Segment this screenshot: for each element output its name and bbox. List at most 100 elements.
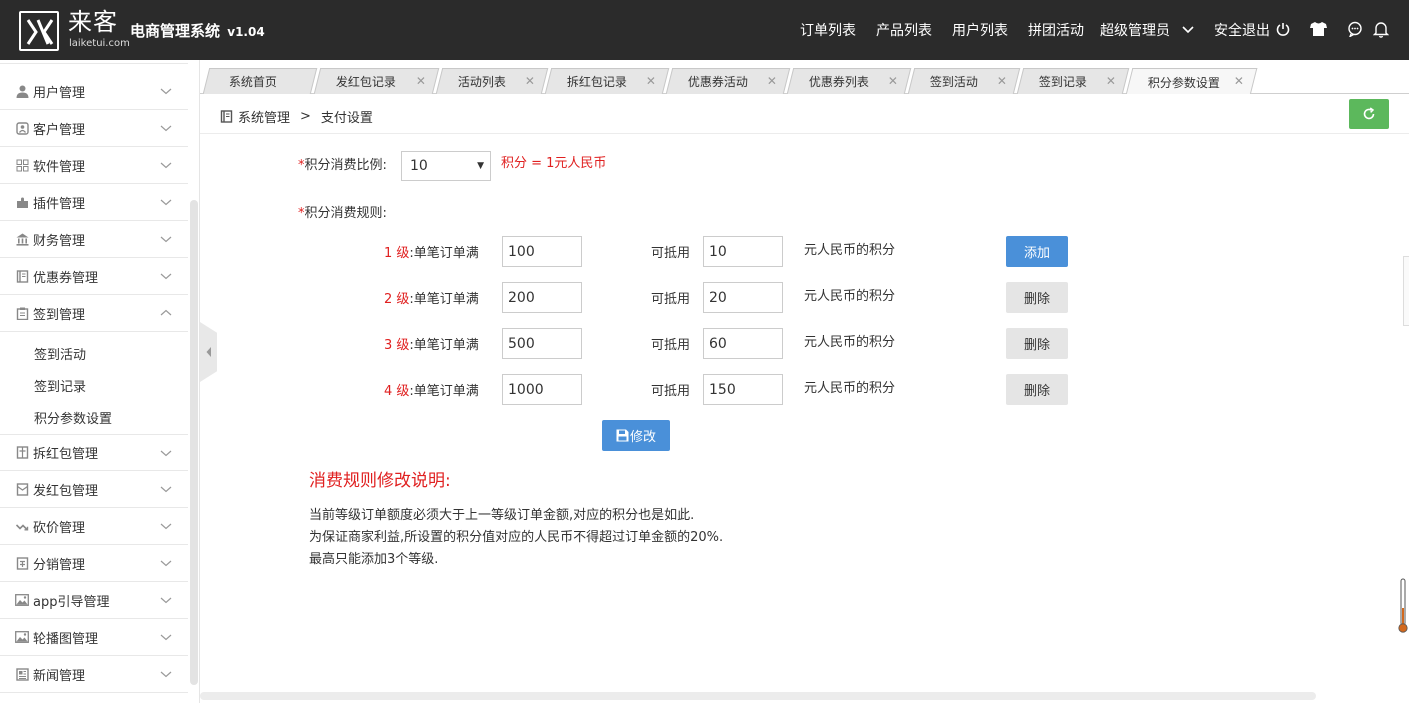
sidebar: 用户管理 客户管理 软件管理 插件管理 财务管理 优惠券管理 签到管理 签到活动… [0,60,200,703]
modify-button[interactable]: 修改 [602,420,670,451]
sidebar-item-coupons[interactable]: 优惠券管理 [0,258,188,295]
nav-products[interactable]: 产品列表 [876,20,932,40]
sidebar-item-finance[interactable]: 财务管理 [0,221,188,258]
refresh-button[interactable] [1349,99,1389,129]
system-title: 电商管理系统 v1.04 [130,20,265,41]
close-icon[interactable]: ✕ [416,74,426,88]
thermometer-icon[interactable] [1398,578,1408,634]
tab-label: 签到记录 [1038,75,1087,89]
tab-coupon-activity[interactable]: 优惠券活动 ✕ [665,68,791,94]
sidebar-scrollbar[interactable] [190,200,198,685]
sidebar-item-send-redpacket[interactable]: 发红包管理 [0,471,188,508]
logo-icon [19,11,59,51]
logout-button[interactable]: 安全退出 [1214,20,1290,40]
admin-menu[interactable]: 超级管理员 [1100,20,1195,40]
rule-unit-label: 元人民币的积分 [804,243,896,258]
nav-orders[interactable]: 订单列表 [800,20,856,40]
clipboard-icon [15,306,29,320]
rule-4-min-input[interactable] [502,374,582,405]
sidebar-item-signin[interactable]: 签到管理 [0,295,188,332]
sidebar-item-open-redpacket[interactable]: 拆红包管理 [0,434,188,471]
close-icon[interactable]: ✕ [646,74,656,88]
delete-rule-button[interactable]: 删除 [1006,374,1068,405]
tab-open-redpacket-records[interactable]: 拆红包记录 ✕ [544,68,670,94]
chevron-down-icon [160,671,172,678]
nav-group-buy[interactable]: 拼团活动 [1028,20,1084,40]
book-icon [220,110,233,123]
chevron-down-icon [160,486,172,493]
sidebar-item-partial [0,60,188,64]
gift-icon [15,446,29,460]
sidebar-item-distribution[interactable]: 分销管理 [0,545,188,582]
chevron-down-icon [160,162,172,169]
rule-3-min-input[interactable] [502,328,582,359]
sidebar-subitem-signin-activity[interactable]: 签到活动 [34,344,86,363]
tab-points-settings[interactable]: 积分参数设置 ✕ [1125,68,1258,95]
tab-coupon-list[interactable]: 优惠券列表 ✕ [786,68,912,94]
horizontal-scrollbar[interactable] [200,692,1316,700]
rule-min-label: :单笔订单满 [409,246,479,261]
tab-signin-activity[interactable]: 签到活动 ✕ [907,68,1021,94]
sidebar-item-bargain[interactable]: 砍价管理 [0,508,188,545]
chevron-up-icon [160,309,172,316]
sidebar-item-software[interactable]: 软件管理 [0,147,188,184]
close-icon[interactable]: ✕ [767,74,777,88]
close-icon[interactable]: ✕ [997,74,1007,88]
sidebar-item-label: 插件管理 [33,196,86,212]
rule-3-points-input[interactable] [703,328,783,359]
rule-unit-label: 元人民币的积分 [804,335,896,350]
breadcrumb-root[interactable]: 系统管理 [238,107,290,126]
rule-4-points-input[interactable] [703,374,783,405]
chat-icon[interactable] [1346,20,1364,38]
sidebar-item-users[interactable]: 用户管理 [0,73,188,110]
rule-min-label: :单笔订单满 [409,338,479,353]
close-icon[interactable]: ✕ [888,74,898,88]
ratio-hint: 积分 = 1元人民币 [501,156,607,171]
side-panel-tab[interactable] [1403,256,1409,326]
tab-signin-records[interactable]: 签到记录 ✕ [1016,68,1130,94]
rule-level: 1 级 [384,246,410,261]
close-icon[interactable]: ✕ [1234,74,1244,88]
news-icon [15,667,29,681]
delete-rule-button[interactable]: 删除 [1006,328,1068,359]
tshirt-icon[interactable] [1309,20,1327,38]
sidebar-item-plugins[interactable]: 插件管理 [0,184,188,221]
sidebar-collapse-handle[interactable] [200,322,217,382]
caret-down-icon: ▼ [477,161,484,171]
sidebar-item-carousel[interactable]: 轮播图管理 [0,619,188,656]
sidebar-item-label: 新闻管理 [33,668,86,684]
rule-deduct-label: 可抵用 [651,384,691,399]
sidebar-item-app-guide[interactable]: app引导管理 [0,582,188,619]
sidebar-item-customers[interactable]: 客户管理 [0,110,188,147]
refresh-icon [1363,107,1375,120]
trend-icon [15,519,29,533]
rule-2-points-input[interactable] [703,282,783,313]
sidebar-item-label: 财务管理 [33,233,86,249]
nav-users[interactable]: 用户列表 [952,20,1008,40]
rule-row-1-label: 1 级:单笔订单满 [384,242,479,261]
sidebar-item-label: 砍价管理 [33,520,86,536]
tab-label: 签到活动 [929,75,978,89]
rule-1-points-input[interactable] [703,236,783,267]
chevron-left-icon [206,347,211,357]
ratio-select[interactable]: 10 ▼ [401,151,491,181]
delete-rule-button[interactable]: 删除 [1006,282,1068,313]
tab-activity-list[interactable]: 活动列表 ✕ [435,68,549,94]
breadcrumb-bar: 系统管理 > 支付设置 [200,94,1409,134]
tab-home[interactable]: 系统首页 [202,68,318,94]
sidebar-item-label: 优惠券管理 [33,270,99,286]
sidebar-item-news[interactable]: 新闻管理 [0,656,188,693]
rule-2-min-input[interactable] [502,282,582,313]
rule-1-min-input[interactable] [502,236,582,267]
power-icon [1277,23,1290,36]
bell-icon[interactable] [1372,20,1390,38]
sidebar-subitem-points-settings[interactable]: 积分参数设置 [34,408,112,427]
close-icon[interactable]: ✕ [525,74,535,88]
close-icon[interactable]: ✕ [1106,74,1116,88]
tab-send-redpacket-records[interactable]: 发红包记录 ✕ [313,68,440,94]
add-rule-button[interactable]: 添加 [1006,236,1068,267]
rule-row-3-label: 3 级:单笔订单满 [384,334,479,353]
breadcrumb-current: 支付设置 [320,111,373,126]
modify-button-label: 修改 [629,430,656,445]
sidebar-subitem-signin-records[interactable]: 签到记录 [34,376,86,395]
